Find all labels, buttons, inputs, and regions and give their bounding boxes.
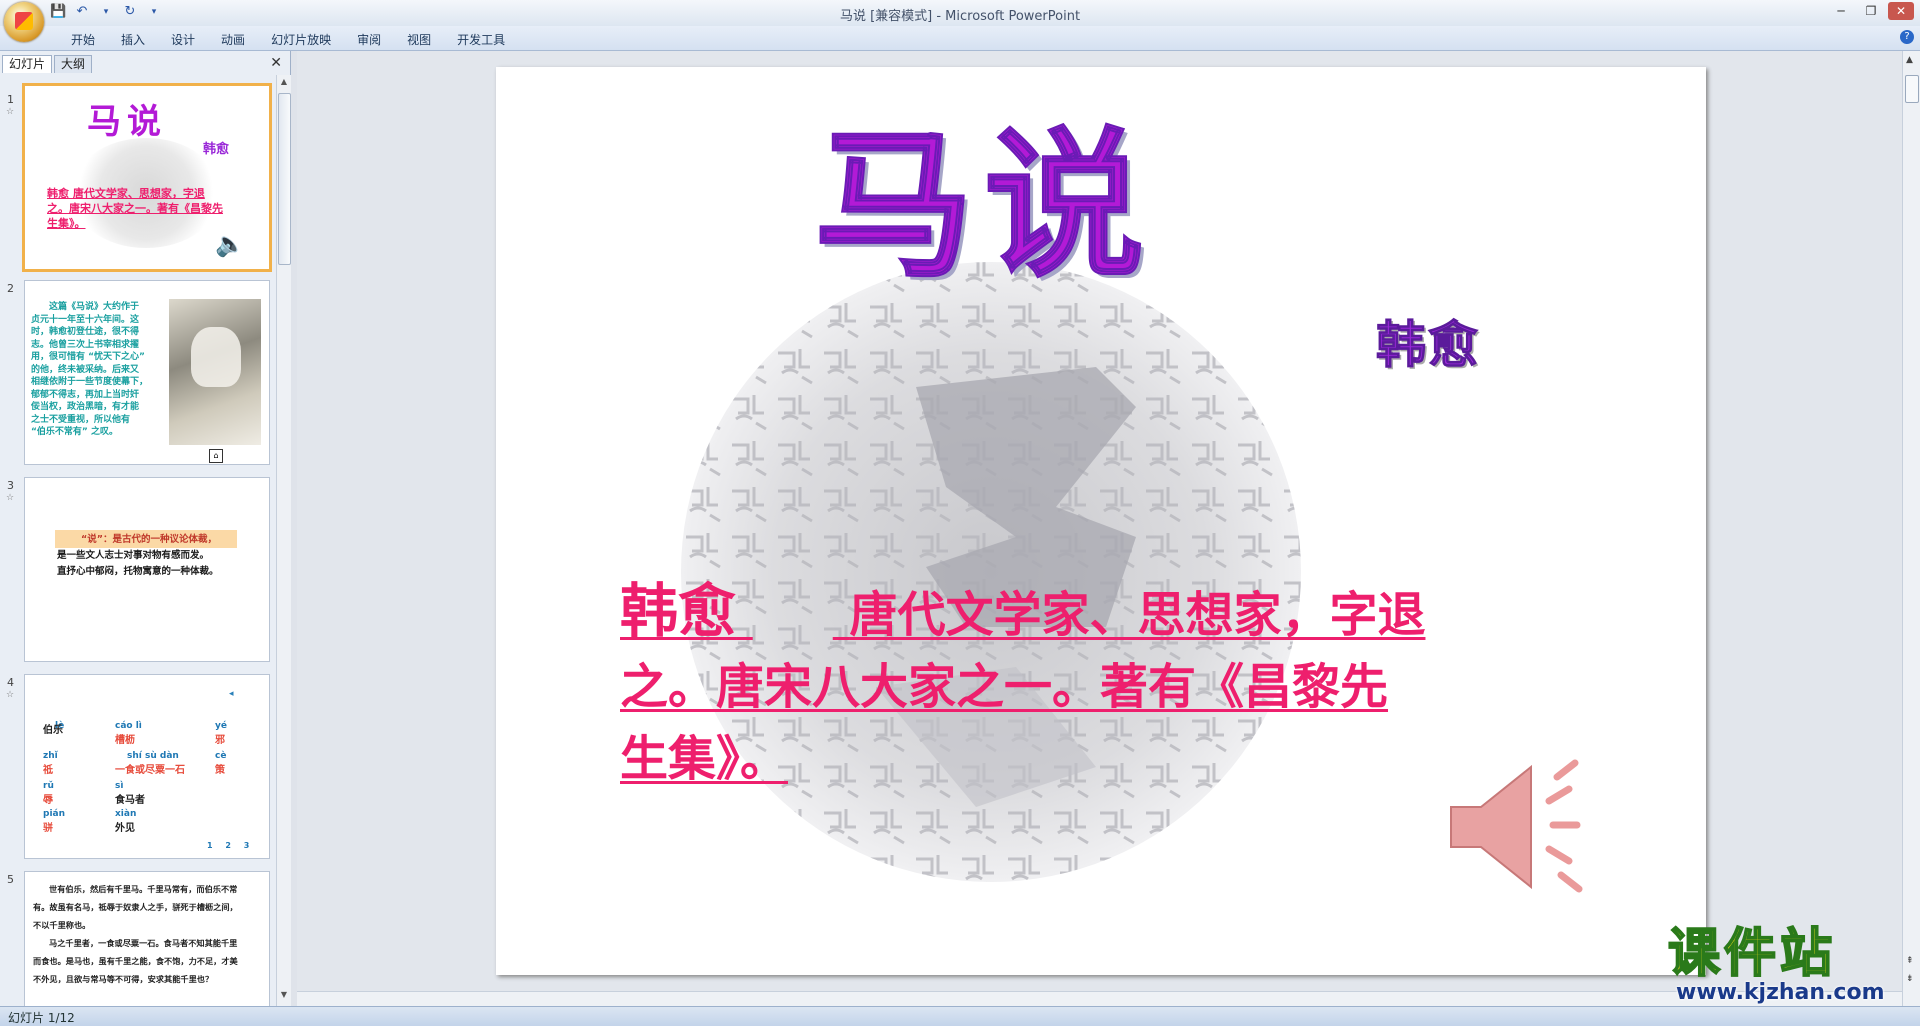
animation-star-icon: ☆ xyxy=(6,690,15,700)
thumb-page-links: 1 2 3 xyxy=(207,841,250,850)
panel-close-icon[interactable]: ✕ xyxy=(270,55,282,71)
slides-panel: 幻灯片 大纲 ✕ 1 ☆ 马说 韩愈 韩愈 唐代文学家、思想家，字退 之。唐宋八… xyxy=(0,51,291,1006)
thumb-number: 3 xyxy=(7,479,14,492)
window-controls: ─ ❐ ✕ xyxy=(1828,2,1914,20)
tab-design[interactable]: 设计 xyxy=(158,29,208,50)
thumb-number: 1 xyxy=(7,93,14,106)
tab-insert[interactable]: 插入 xyxy=(108,29,158,50)
slide-title[interactable]: 马说 xyxy=(813,114,1154,296)
thumb-horse-painting xyxy=(169,299,261,445)
pinyin-item: cáo lì 槽枥 xyxy=(115,721,142,746)
thumb-author: 韩愈 xyxy=(203,142,230,157)
pinyin-item: rǔ 辱 xyxy=(43,781,54,806)
tab-home[interactable]: 开始 xyxy=(58,29,108,50)
thumb-title: 马说 xyxy=(87,102,167,142)
minimize-button[interactable]: ─ xyxy=(1828,2,1854,20)
pinyin-item: yé 邪 xyxy=(215,721,227,746)
slide-counter: 幻灯片 1/12 xyxy=(8,1011,75,1025)
pinyin-item: cè 策 xyxy=(215,751,227,776)
scroll-down-icon[interactable]: ▼ xyxy=(278,990,290,1004)
window-title: 马说 [兼容模式] - Microsoft PowerPoint xyxy=(839,9,1081,24)
watermark-url: www.kjzhan.com xyxy=(1676,980,1885,1005)
thumb-text-block: 世有伯乐，然后有千里马。千里马常有，而伯乐不常 有。故虽有名马，祗辱于奴隶人之手… xyxy=(33,884,238,984)
body-line-1: 唐代文学家、思想家，字退 xyxy=(849,587,1426,643)
site-watermark: 课件站 www.kjzhan.com xyxy=(1667,924,1908,1006)
thumb-number: 5 xyxy=(7,873,14,886)
thumbnail-slide-1[interactable]: 马说 韩愈 韩愈 唐代文学家、思想家，字退 之。唐宋八大家之一。著有《昌黎先 生… xyxy=(22,83,272,272)
tab-animations[interactable]: 动画 xyxy=(208,29,258,50)
horizontal-scrollbar[interactable] xyxy=(297,991,1902,1006)
scrollbar-thumb[interactable] xyxy=(1905,75,1919,103)
ribbon: 开始 插入 设计 动画 幻灯片放映 审阅 视图 开发工具 ? xyxy=(0,26,1920,51)
thumb-text-block: 这篇《马说》大约作于 贞元十一年至十六年间。这 时，韩愈初登仕途，很不得 志。他… xyxy=(31,302,149,437)
ribbon-tabs: 开始 插入 设计 动画 幻灯片放映 审阅 视图 开发工具 xyxy=(58,29,518,50)
scrollbar-thumb[interactable] xyxy=(278,93,291,265)
pinyin-item: zhǐ 祗 xyxy=(43,751,58,776)
thumb-home-icon: ⌂ xyxy=(209,449,223,463)
pinyin-item: sì 食马者 xyxy=(115,781,145,806)
scroll-up-icon[interactable]: ▲ xyxy=(278,77,290,91)
tab-slideshow[interactable]: 幻灯片放映 xyxy=(258,29,344,50)
tab-view[interactable]: 视图 xyxy=(394,29,444,50)
thumb-number: 4 xyxy=(7,676,14,689)
author-name: 韩愈 xyxy=(620,577,737,645)
pinyin-item: lè 伯乐 xyxy=(43,721,65,736)
pinyin-item: shí sù dàn 一食或尽粟一石 xyxy=(115,751,185,776)
thumbnail-slide-2[interactable]: ⌂ 这篇《马说》大约作于 贞元十一年至十六年间。这 时，韩愈初登仕途，很不得 志… xyxy=(24,280,270,465)
help-icon[interactable]: ? xyxy=(1900,30,1914,44)
animation-star-icon: ☆ xyxy=(6,493,15,503)
thumbnail-slide-4[interactable]: ◂ lè 伯乐 cáo lì 槽枥 yé 邪 zhǐ 祗 shí sù dàn … xyxy=(24,674,270,859)
current-slide[interactable]: 马说 韩愈 韩愈 唐代文学家、思想家，字退 之。唐宋八大家之一。著有《昌黎先 生… xyxy=(496,67,1706,975)
tab-slides[interactable]: 幻灯片 xyxy=(2,55,53,73)
scroll-up-icon[interactable]: ▲ xyxy=(1906,55,1913,65)
tab-outline[interactable]: 大纲 xyxy=(54,55,93,73)
watermark-text: 课件站 xyxy=(1667,924,1837,984)
speaker-icon[interactable] xyxy=(1441,757,1601,907)
status-bar: 幻灯片 1/12 xyxy=(0,1006,1920,1026)
close-button[interactable]: ✕ xyxy=(1888,2,1914,20)
thumbnail-slide-3[interactable]: “说”：是古代的一种议论体裁， 是一些文人志士对事对物有感而发。 直抒心中郁闷，… xyxy=(24,477,270,662)
speaker-icon: 🔈 xyxy=(215,230,245,258)
maximize-button[interactable]: ❐ xyxy=(1858,2,1884,20)
body-line-2: 之。唐宋八大家之一。著有《昌黎先 xyxy=(620,659,1389,715)
thumb-text-block: “说”：是古代的一种议论体裁， 是一些文人志士对事对物有感而发。 直抒心中郁闷，… xyxy=(57,534,219,577)
tab-developer[interactable]: 开发工具 xyxy=(444,29,518,50)
thumbnail-slide-5[interactable]: 世有伯乐，然后有千里马。千里马常有，而伯乐不常 有。故虽有名马，祗辱于奴隶人之手… xyxy=(24,871,270,1006)
thumb-number: 2 xyxy=(7,282,14,295)
thumb-sound-icon: ◂ xyxy=(229,689,234,699)
tab-review[interactable]: 审阅 xyxy=(344,29,394,50)
thumbnail-list: 1 ☆ 马说 韩愈 韩愈 唐代文学家、思想家，字退 之。唐宋八大家之一。著有《昌… xyxy=(0,75,274,1006)
office-button-icon[interactable] xyxy=(4,2,44,42)
animation-star-icon: ☆ xyxy=(6,107,15,117)
slide-author[interactable]: 韩愈 xyxy=(1376,315,1480,375)
vertical-scrollbar[interactable]: ▲ ⇞ ⇟ xyxy=(1902,51,1920,1006)
pinyin-item: pián 骈 xyxy=(43,809,66,834)
thumb-body: 韩愈 唐代文学家、思想家，字退 之。唐宋八大家之一。著有《昌黎先 生集》。 xyxy=(47,187,223,230)
panel-scrollbar[interactable]: ▲ ▼ xyxy=(276,75,291,1006)
pinyin-item: xiàn 外见 xyxy=(115,809,137,834)
title-bar: 💾 ↶ ▾ ↻ ▾ 马说 [兼容模式] - Microsoft PowerPoi… xyxy=(0,0,1920,27)
panel-tabs: 幻灯片 大纲 ✕ xyxy=(0,53,290,73)
